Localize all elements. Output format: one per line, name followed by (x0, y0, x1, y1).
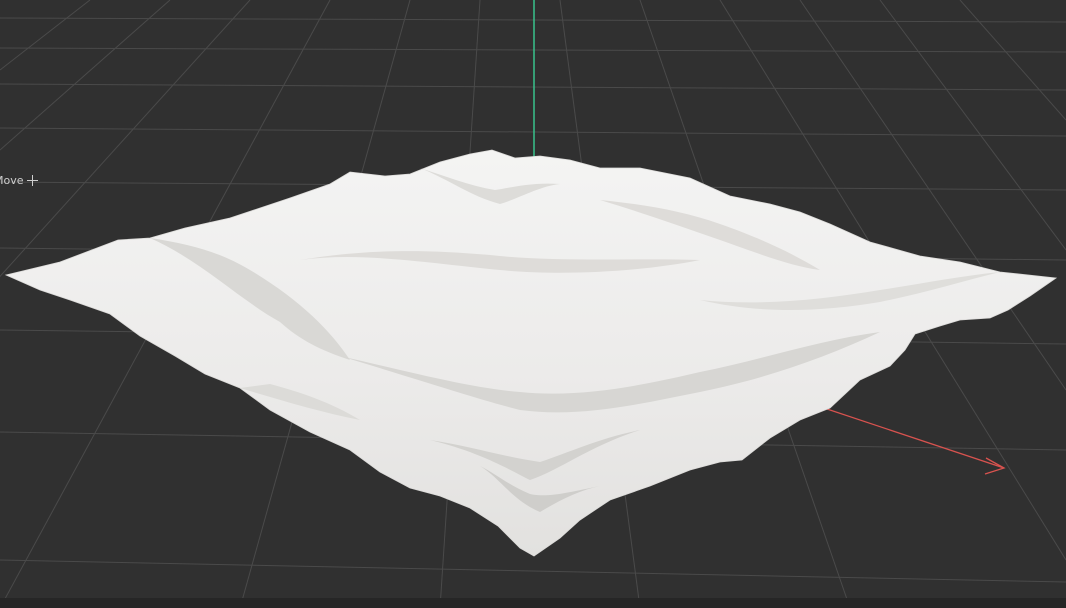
status-bar (0, 598, 1066, 608)
viewport-canvas[interactable] (0, 0, 1066, 608)
3d-viewport[interactable]: Move (0, 0, 1066, 608)
tool-indicator: Move (0, 174, 38, 187)
tool-label: Move (0, 174, 24, 187)
move-cross-icon (26, 175, 38, 186)
x-axis-arrow (799, 399, 1006, 475)
terrain-mesh[interactable] (4, 149, 1058, 557)
